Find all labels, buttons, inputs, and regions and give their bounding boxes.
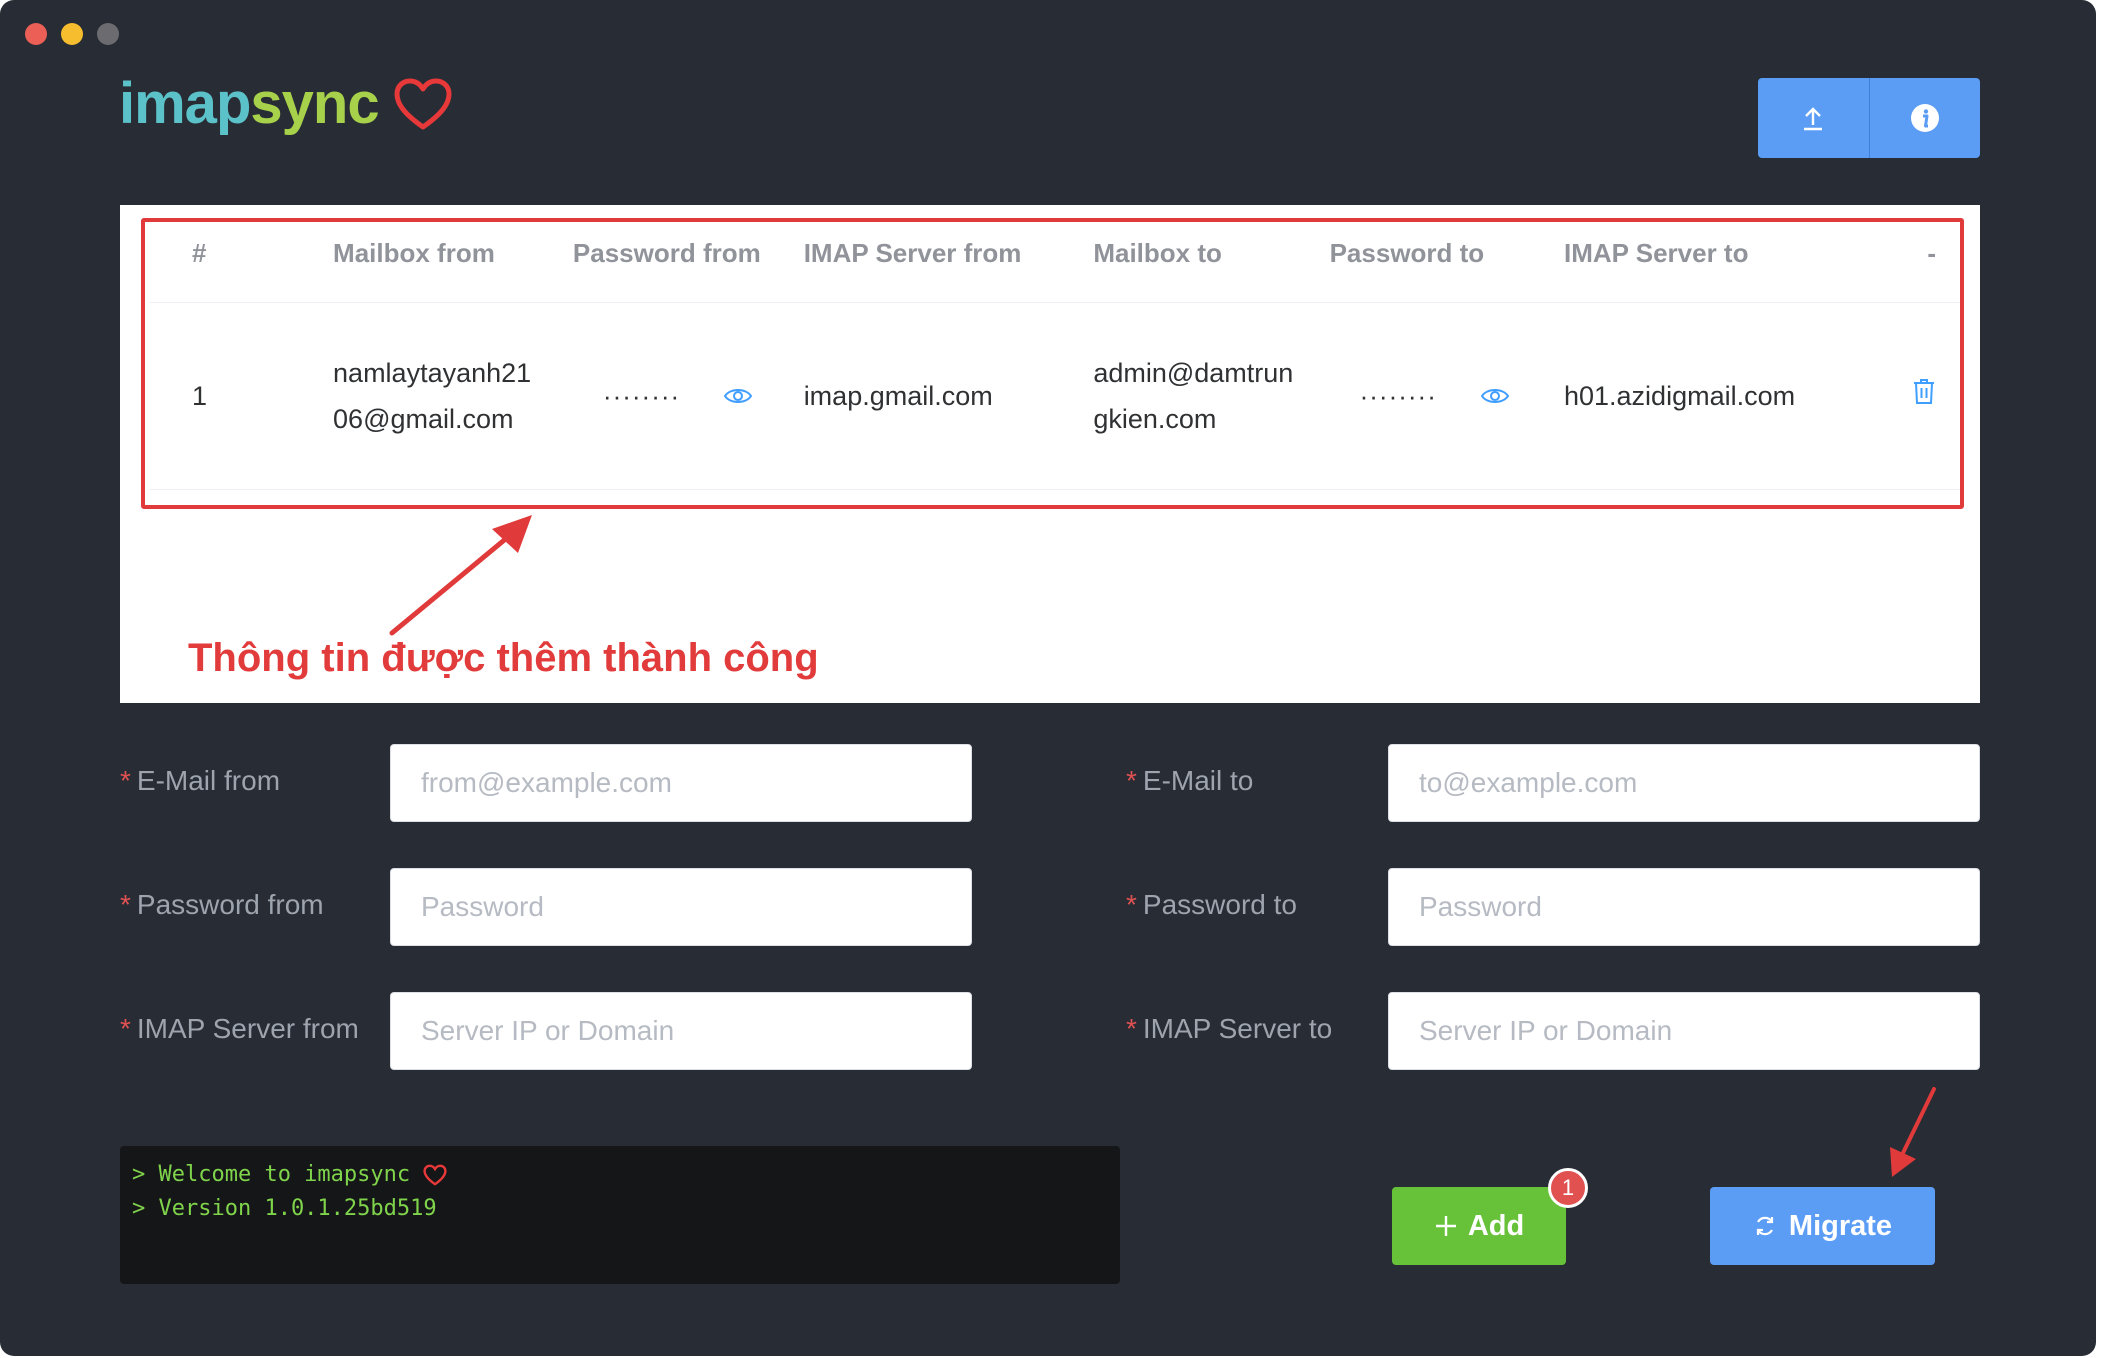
header-mailbox-to: Mailbox to: [1093, 205, 1330, 303]
cell-server-from: imap.gmail.com: [803, 302, 1094, 490]
heart-icon: [423, 1164, 448, 1186]
annotation-arrow-icon: [1890, 1087, 1936, 1177]
migrate-button[interactable]: Migrate: [1710, 1187, 1935, 1265]
upload-button[interactable]: [1758, 78, 1869, 158]
mailbox-to-value: admin@damtrungkien.com: [1093, 358, 1294, 434]
log-console: > Welcome to imapsync > Version 1.0.1.25…: [120, 1146, 1120, 1284]
info-button[interactable]: [1868, 78, 1981, 158]
password-from-label: * Password from: [120, 889, 324, 920]
eye-icon[interactable]: [1480, 386, 1510, 406]
zoom-window-button[interactable]: [97, 23, 119, 45]
header-mailbox-from: Mailbox from: [333, 205, 573, 303]
cell-password-to: ········: [1329, 302, 1564, 490]
password-to-masked: ········: [1359, 381, 1437, 411]
cell-actions: [1912, 302, 1960, 490]
header-number: #: [150, 205, 334, 303]
migrate-button-label: Migrate: [1788, 1209, 1893, 1242]
console-welcome-text: > Welcome to imapsync: [132, 1162, 424, 1187]
cell-password-from: ········: [572, 302, 804, 490]
add-button-label: Add: [1467, 1209, 1525, 1242]
mailbox-from-value: namlaytayanh2106@gmail.com: [333, 358, 532, 434]
cell-number: 1: [150, 302, 334, 490]
header-password-from: Password from: [572, 205, 804, 303]
top-toolbar: [1758, 78, 1980, 158]
header-actions: -: [1912, 205, 1960, 303]
email-to-label: * E-Mail to: [1126, 765, 1254, 796]
migration-table: # Mailbox from Password from IMAP Server…: [150, 205, 1960, 490]
upload-icon: [1804, 107, 1823, 131]
cell-mailbox-from: namlaytayanh2106@gmail.com: [333, 302, 573, 490]
server-to-input[interactable]: [1388, 992, 1980, 1070]
refresh-icon: [1756, 1216, 1774, 1236]
server-to-label: * IMAP Server to: [1126, 1013, 1333, 1044]
logo-text-sync: sync: [250, 71, 379, 136]
minimize-window-button[interactable]: [61, 23, 83, 45]
close-window-button[interactable]: [25, 23, 47, 45]
console-line: > Version 1.0.1.25bd519: [132, 1192, 1108, 1226]
cell-server-to: h01.azidigmail.com: [1563, 302, 1912, 490]
plus-icon: [1435, 1216, 1456, 1236]
annotation-text: Thông tin được thêm thành công: [188, 636, 819, 680]
heart-icon: [394, 78, 452, 129]
info-icon: [1910, 104, 1939, 132]
email-from-input[interactable]: [390, 744, 972, 822]
header-password-to: Password to: [1329, 205, 1564, 303]
logo-text: imapsync: [119, 70, 380, 137]
app-window: imapsync # Mailbox from Password from IM…: [0, 0, 2096, 1356]
logo-text-imap: imap: [119, 71, 251, 136]
password-to-input[interactable]: [1388, 868, 1980, 946]
header-server-to: IMAP Server to: [1563, 205, 1912, 303]
server-from-input[interactable]: [390, 992, 972, 1070]
console-line: > Welcome to imapsync: [132, 1158, 1108, 1192]
header-server-from: IMAP Server from: [803, 205, 1094, 303]
password-from-masked: ········: [602, 381, 681, 411]
app-logo: imapsync: [119, 70, 453, 137]
console-version-text: > Version 1.0.1.25bd519: [132, 1196, 437, 1221]
password-to-label: * Password to: [1126, 889, 1297, 920]
password-from-input[interactable]: [390, 868, 972, 946]
window-controls: [25, 23, 119, 45]
add-count-badge: 1: [1548, 1168, 1588, 1208]
eye-icon[interactable]: [723, 386, 753, 406]
email-from-label: * E-Mail from: [120, 765, 281, 796]
annotation-arrow-icon: [389, 515, 532, 636]
cell-mailbox-to: admin@damtrungkien.com: [1093, 302, 1330, 490]
add-button[interactable]: Add: [1392, 1187, 1566, 1265]
table-row: 1 namlaytayanh2106@gmail.com ········ im…: [150, 302, 1960, 490]
trash-icon[interactable]: [1912, 377, 1936, 405]
server-from-label: * IMAP Server from: [120, 1013, 359, 1044]
table-header-row: # Mailbox from Password from IMAP Server…: [150, 205, 1960, 303]
email-to-input[interactable]: [1388, 744, 1980, 822]
